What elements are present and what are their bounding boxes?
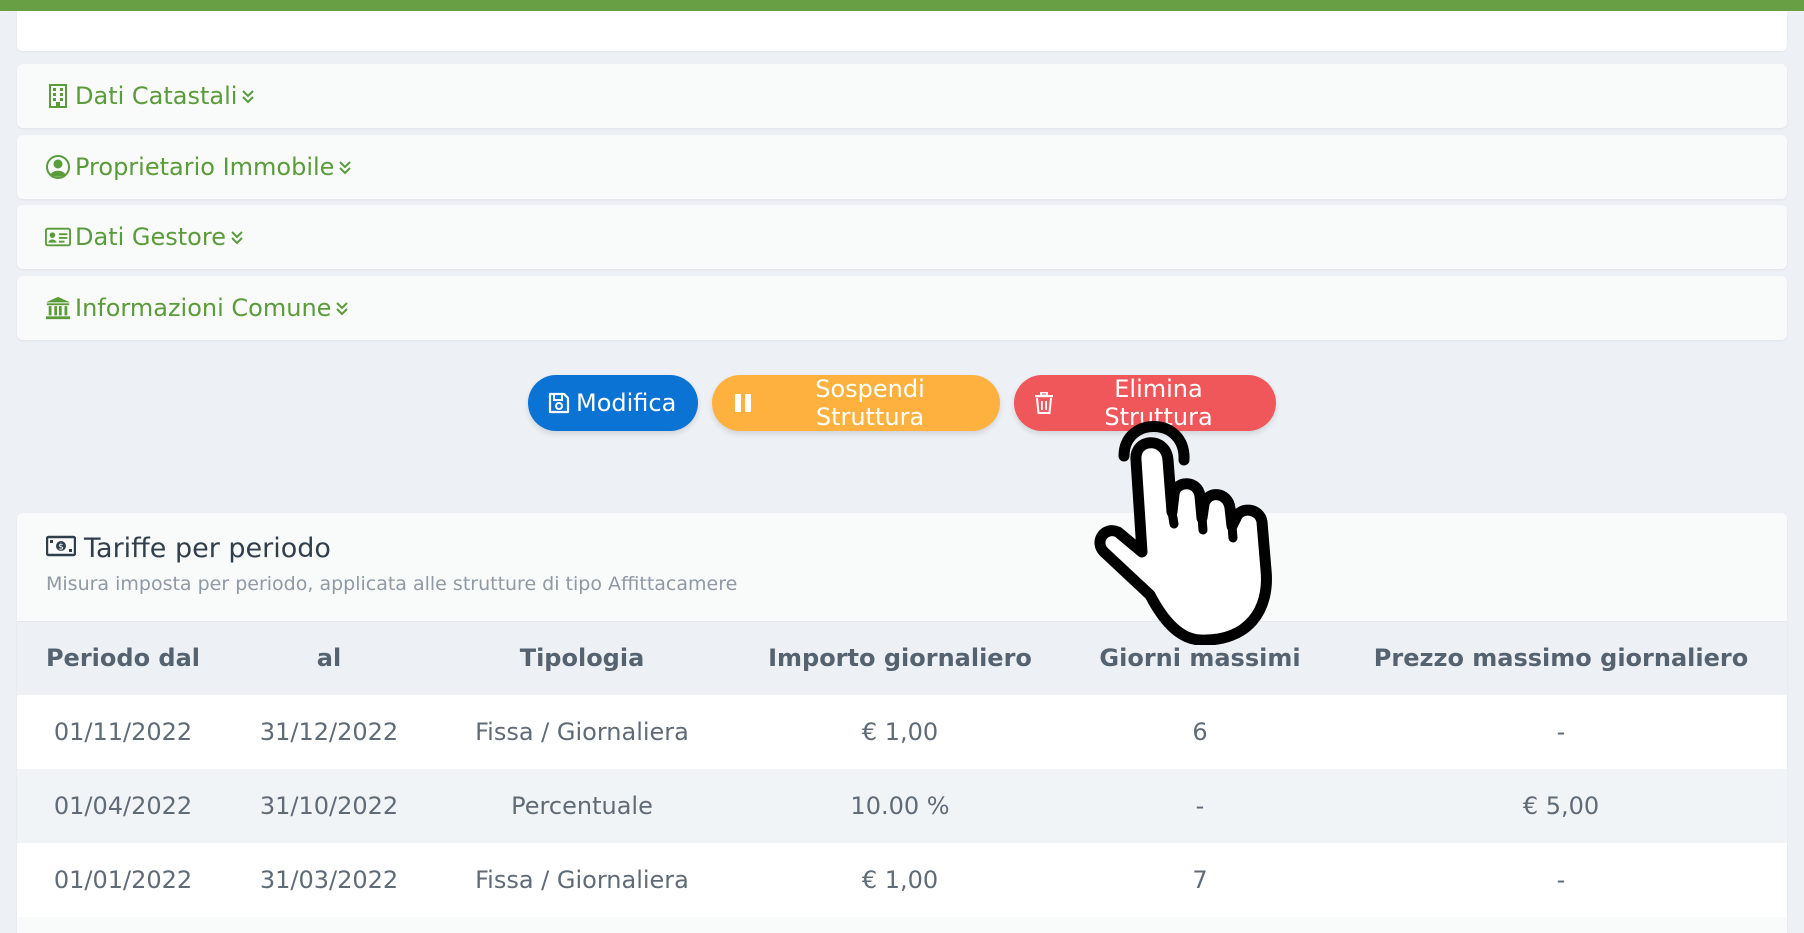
chevron-double-down-icon [241,88,255,104]
table-cell: - [1335,694,1787,769]
save-icon [548,392,570,414]
section-label: Dati Gestore [75,223,226,251]
user-circle-icon [45,154,71,180]
pause-icon [732,392,754,414]
section-informazioni-comune[interactable]: Informazioni Comune [17,276,1787,340]
column-header: Tipologia [429,621,735,695]
chevron-double-down-icon [338,159,352,175]
table-cell: 01/04/2022 [17,768,229,843]
suspend-button[interactable]: Sospendi Struttura [712,375,1000,431]
money-bill-icon: $ [45,533,77,564]
table-row: 01/11/2022 31/12/2022 Fissa / Giornalier… [17,694,1787,769]
svg-text:$: $ [58,543,64,553]
column-header: Giorni massimi [1065,621,1335,695]
table-row: 01/01/2022 31/03/2022 Fissa / Giornalier… [17,842,1787,917]
table-cell: - [1065,768,1335,843]
action-buttons: Modifica Sospendi Struttura Elimina Stru… [0,375,1804,431]
column-header: Periodo dal [17,621,229,695]
section-label: Dati Catastali [75,82,238,110]
column-header: Importo giornaliero [735,621,1065,695]
top-accent-bar [0,0,1804,11]
suspend-button-label: Sospendi Struttura [815,375,925,431]
rates-title-text: Tariffe per periodo [84,533,331,564]
table-cell: Fissa / Giornaliera [429,842,735,917]
edit-button[interactable]: Modifica [528,375,698,431]
rates-table: Periodo dal al Tipologia Importo giornal… [17,621,1787,917]
table-cell: € 1,00 [735,842,1065,917]
rates-card-header: $ Tariffe per periodo Misura imposta per… [17,513,1787,621]
table-cell: 6 [1065,694,1335,769]
table-cell: 31/10/2022 [229,768,429,843]
building-icon [45,83,71,109]
section-label: Informazioni Comune [75,294,332,322]
chevron-double-down-icon [230,229,244,245]
column-header: al [229,621,429,695]
table-cell: Percentuale [429,768,735,843]
table-row: 01/04/2022 31/10/2022 Percentuale 10.00 … [17,768,1787,843]
delete-button-label: Elimina Struttura [1104,375,1213,431]
id-card-icon [45,224,71,250]
table-cell: - [1335,842,1787,917]
table-cell: 10.00 % [735,768,1065,843]
table-cell: € 1,00 [735,694,1065,769]
table-cell: 31/12/2022 [229,694,429,769]
chevron-double-down-icon [335,300,349,316]
table-cell: € 5,00 [1335,768,1787,843]
top-card [17,11,1787,51]
table-cell: 01/01/2022 [17,842,229,917]
section-dati-gestore[interactable]: Dati Gestore [17,205,1787,269]
table-header-row: Periodo dal al Tipologia Importo giornal… [17,621,1787,695]
column-header: Prezzo massimo giornaliero [1335,621,1787,695]
edit-button-label: Modifica [576,389,677,417]
rates-card: $ Tariffe per periodo Misura imposta per… [17,513,1787,933]
rates-subtitle: Misura imposta per periodo, applicata al… [46,573,738,595]
rates-title: $ Tariffe per periodo [45,533,331,564]
bank-icon [45,295,71,321]
table-cell: 01/11/2022 [17,694,229,769]
section-proprietario-immobile[interactable]: Proprietario Immobile [17,135,1787,199]
table-cell: Fissa / Giornaliera [429,694,735,769]
table-cell: 31/03/2022 [229,842,429,917]
section-dati-catastali[interactable]: Dati Catastali [17,64,1787,128]
delete-button[interactable]: Elimina Struttura [1014,375,1276,431]
trash-icon [1034,392,1055,414]
table-cell: 7 [1065,842,1335,917]
section-label: Proprietario Immobile [75,153,335,181]
